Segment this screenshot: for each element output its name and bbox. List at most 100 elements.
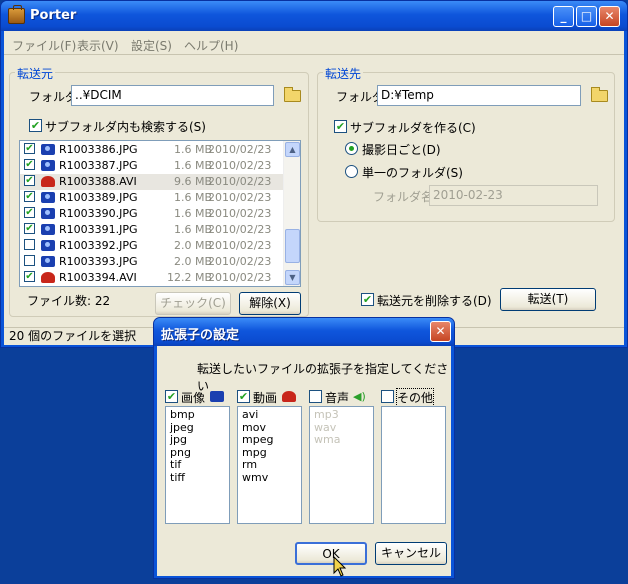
file-name: R1003392.JPG: [59, 239, 138, 252]
file-row[interactable]: R1003393.JPG 2.0 MB 2010/02/23: [20, 254, 284, 270]
make-subfolder-checkbox[interactable]: ✔: [334, 120, 347, 133]
menu-help[interactable]: ヘルプ(H): [184, 37, 238, 54]
file-checkbox[interactable]: ✔: [24, 191, 35, 202]
window-title: Porter: [30, 8, 77, 23]
cancel-button[interactable]: キャンセル: [375, 542, 447, 565]
file-size: 1.6 MB: [173, 223, 212, 236]
source-group-title: 転送元: [15, 65, 56, 82]
file-list-scrollbar[interactable]: ▲ ▼: [283, 141, 300, 286]
file-row[interactable]: ✔ R1003388.AVI 9.6 MB 2010/02/23: [20, 174, 284, 190]
radio-single-folder[interactable]: [345, 165, 358, 178]
file-date: 2010/02/23: [208, 223, 272, 236]
camera-icon: [41, 208, 55, 219]
camera-icon: [210, 391, 224, 402]
ext-item[interactable]: jpg: [170, 433, 225, 447]
file-date: 2010/02/23: [208, 255, 272, 268]
file-checkbox[interactable]: ✔: [24, 207, 35, 218]
video-icon: [41, 272, 55, 283]
menu-bar: ファイル(F) 表示(V) 設定(S) ヘルプ(H): [4, 35, 624, 53]
menu-settings[interactable]: 設定(S): [131, 37, 172, 54]
ext-item[interactable]: tiff: [170, 471, 225, 485]
ext-item[interactable]: bmp: [170, 408, 225, 422]
file-size: 1.6 MB: [173, 159, 212, 172]
ext-item[interactable]: rm: [242, 458, 297, 472]
file-size: 1.6 MB: [173, 143, 212, 156]
other-category-checkbox[interactable]: [381, 390, 394, 403]
file-checkbox[interactable]: ✔: [24, 143, 35, 154]
browse-folder-icon[interactable]: [284, 87, 301, 102]
file-row[interactable]: ✔ R1003394.AVI 12.2 MB 2010/02/23: [20, 270, 284, 286]
video-category-checkbox[interactable]: ✔: [237, 390, 250, 403]
file-checkbox[interactable]: [24, 239, 35, 250]
dialog-title-bar[interactable]: 拡張子の設定 ✕: [154, 318, 454, 346]
ext-item: mp3: [314, 408, 339, 421]
file-row[interactable]: ✔ R1003386.JPG 1.6 MB 2010/02/23: [20, 142, 284, 158]
subfolder-search-checkbox[interactable]: ✔: [29, 119, 42, 132]
uncheck-button[interactable]: 解除(X): [239, 292, 301, 315]
file-checkbox[interactable]: ✔: [24, 223, 35, 234]
folder-name-input[interactable]: 2010-02-23: [429, 185, 598, 206]
menu-file[interactable]: ファイル(F): [12, 37, 76, 54]
file-checkbox[interactable]: [24, 255, 35, 266]
other-extension-list[interactable]: [381, 406, 446, 524]
file-name: R1003390.JPG: [59, 207, 138, 220]
file-row[interactable]: ✔ R1003391.JPG 1.6 MB 2010/02/23: [20, 222, 284, 238]
image-category-checkbox[interactable]: ✔: [165, 390, 178, 403]
image-extension-list[interactable]: bmp jpeg jpg png tif tiff: [165, 406, 230, 524]
ext-item[interactable]: mpeg: [242, 433, 297, 447]
audio-extension-list[interactable]: mp3 wav wma: [309, 406, 374, 524]
dialog-close-button[interactable]: ✕: [430, 321, 451, 342]
video-icon: [282, 391, 296, 402]
file-date: 2010/02/23: [208, 175, 272, 188]
radio-single-folder-label: 単一のフォルダ(S): [362, 166, 463, 180]
camera-icon: [41, 256, 55, 267]
camera-icon: [41, 144, 55, 155]
file-date: 2010/02/23: [208, 159, 272, 172]
file-checkbox[interactable]: ✔: [24, 271, 35, 282]
file-row[interactable]: ✔ R1003387.JPG 1.6 MB 2010/02/23: [20, 158, 284, 174]
file-size: 1.6 MB: [173, 207, 212, 220]
maximize-button[interactable]: □: [576, 6, 597, 27]
ok-button[interactable]: OK: [295, 542, 367, 565]
dest-browse-folder-icon[interactable]: [591, 87, 608, 102]
source-folder-label: フォルダ: [29, 90, 78, 104]
scroll-down-button[interactable]: ▼: [285, 270, 300, 285]
camera-icon: [41, 240, 55, 251]
menu-view[interactable]: 表示(V): [77, 37, 119, 54]
scroll-up-button[interactable]: ▲: [285, 142, 300, 157]
audio-category-checkbox[interactable]: [309, 390, 322, 403]
file-row[interactable]: R1003392.JPG 2.0 MB 2010/02/23: [20, 238, 284, 254]
file-checkbox[interactable]: ✔: [24, 159, 35, 170]
dialog-title: 拡張子の設定: [161, 328, 240, 343]
file-list[interactable]: ✔ R1003386.JPG 1.6 MB 2010/02/23 ✔ R1003387.J…: [19, 140, 301, 287]
file-count: ファイル数: 22: [27, 294, 111, 308]
extension-settings-dialog: 拡張子の設定 ✕ 転送したいファイルの拡張子を指定してください ✔ 画像 bmp…: [153, 317, 455, 579]
video-extension-list[interactable]: avi mov mpeg mpg rm wmv: [237, 406, 302, 524]
minimize-button[interactable]: _: [553, 6, 574, 27]
scroll-thumb[interactable]: [285, 229, 300, 263]
briefcase-icon: [8, 5, 25, 24]
file-date: 2010/02/23: [208, 143, 272, 156]
file-checkbox[interactable]: ✔: [24, 175, 35, 186]
speaker-icon: ◀): [353, 390, 366, 403]
source-folder-input[interactable]: ..¥DCIM: [71, 85, 274, 106]
dest-folder-input[interactable]: D:¥Temp: [377, 85, 581, 106]
check-button[interactable]: チェック(C): [155, 292, 231, 315]
make-subfolder-label: サブフォルダを作る(C): [350, 121, 476, 135]
main-client-area: ファイル(F) 表示(V) 設定(S) ヘルプ(H) 転送元 フォルダ ..¥D…: [4, 31, 624, 345]
title-bar[interactable]: Porter _ □ ✕: [1, 1, 627, 31]
radio-by-date[interactable]: [345, 142, 358, 155]
file-row[interactable]: ✔ R1003390.JPG 1.6 MB 2010/02/23: [20, 206, 284, 222]
file-row[interactable]: ✔ R1003389.JPG 1.6 MB 2010/02/23: [20, 190, 284, 206]
transfer-button[interactable]: 転送(T): [500, 288, 596, 311]
delete-source-checkbox[interactable]: ✔: [361, 293, 374, 306]
camera-icon: [41, 160, 55, 171]
file-name: R1003389.JPG: [59, 191, 138, 204]
ext-item[interactable]: tif: [170, 458, 225, 472]
close-button[interactable]: ✕: [599, 6, 620, 27]
subfolder-search-label: サブフォルダ内も検索する(S): [45, 120, 206, 134]
main-window: Porter _ □ ✕ ファイル(F) 表示(V) 設定(S) ヘルプ(H) …: [0, 0, 628, 348]
file-date: 2010/02/23: [208, 271, 272, 284]
ext-item[interactable]: avi: [242, 408, 297, 422]
ext-item[interactable]: wmv: [242, 471, 297, 485]
